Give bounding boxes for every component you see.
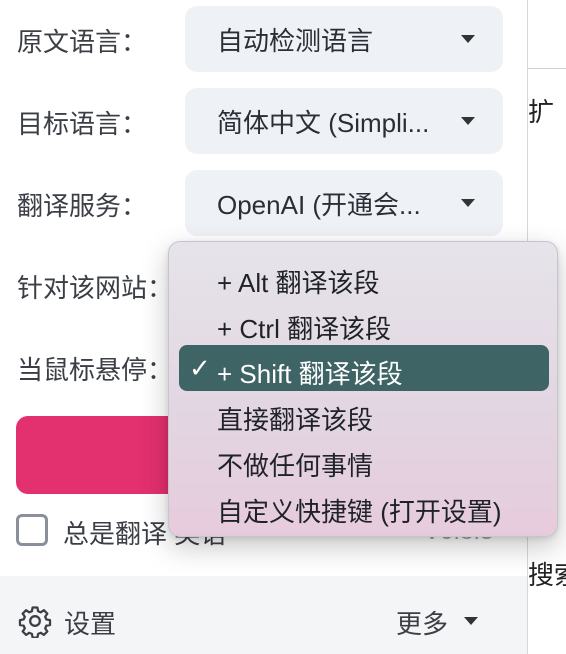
translation-service-select[interactable]: OpenAI (开通会... xyxy=(185,170,503,236)
check-icon: ✓ xyxy=(189,353,211,383)
menu-item-none[interactable]: 不做任何事情 xyxy=(179,437,549,483)
menu-item-custom-shortcut[interactable]: 自定义快捷键 (打开设置) xyxy=(179,483,549,529)
source-language-label: 原文语言： xyxy=(17,27,148,57)
target-language-select[interactable]: 简体中文 (Simpli... xyxy=(185,88,503,154)
site-rule-label: 针对该网站： xyxy=(17,273,174,303)
menu-item-shift[interactable]: ✓ + Shift 翻译该段 xyxy=(179,345,549,391)
menu-item-direct[interactable]: 直接翻译该段 xyxy=(179,391,549,437)
menu-item-label: + Ctrl 翻译该段 xyxy=(217,314,392,344)
menu-item-label: + Alt 翻译该段 xyxy=(217,268,380,298)
hover-action-menu: + Alt 翻译该段 + Ctrl 翻译该段 ✓ + Shift 翻译该段 直接… xyxy=(168,241,558,537)
source-language-select[interactable]: 自动检测语言 xyxy=(185,6,503,72)
chevron-down-icon xyxy=(461,117,475,125)
target-language-value: 简体中文 (Simpli... xyxy=(217,107,430,138)
translation-service-label: 翻译服务： xyxy=(17,191,148,221)
menu-item-label: 直接翻译该段 xyxy=(217,405,374,435)
source-language-value: 自动检测语言 xyxy=(217,25,374,56)
background-divider xyxy=(528,68,566,69)
background-text-1: 扩 xyxy=(528,97,555,127)
menu-item-alt[interactable]: + Alt 翻译该段 xyxy=(179,254,549,300)
menu-item-label: + Shift 翻译该段 xyxy=(217,359,403,389)
popup-footer: 设置 更多 xyxy=(0,576,527,654)
chevron-down-icon xyxy=(461,199,475,207)
gear-icon[interactable] xyxy=(18,604,52,638)
settings-link[interactable]: 设置 xyxy=(64,604,116,641)
chevron-down-icon xyxy=(461,35,475,43)
menu-item-ctrl[interactable]: + Ctrl 翻译该段 xyxy=(179,300,549,346)
target-language-label: 目标语言： xyxy=(17,109,148,139)
hover-rule-label: 当鼠标悬停： xyxy=(17,355,174,385)
background-text-3: 搜索 xyxy=(528,560,566,590)
chevron-down-icon xyxy=(464,617,478,625)
always-translate-checkbox[interactable] xyxy=(16,514,48,546)
translation-service-value: OpenAI (开通会... xyxy=(217,189,421,220)
menu-item-label: 自定义快捷键 (打开设置) xyxy=(217,497,502,527)
more-menu-button[interactable]: 更多 xyxy=(396,604,448,641)
menu-item-label: 不做任何事情 xyxy=(217,451,374,481)
